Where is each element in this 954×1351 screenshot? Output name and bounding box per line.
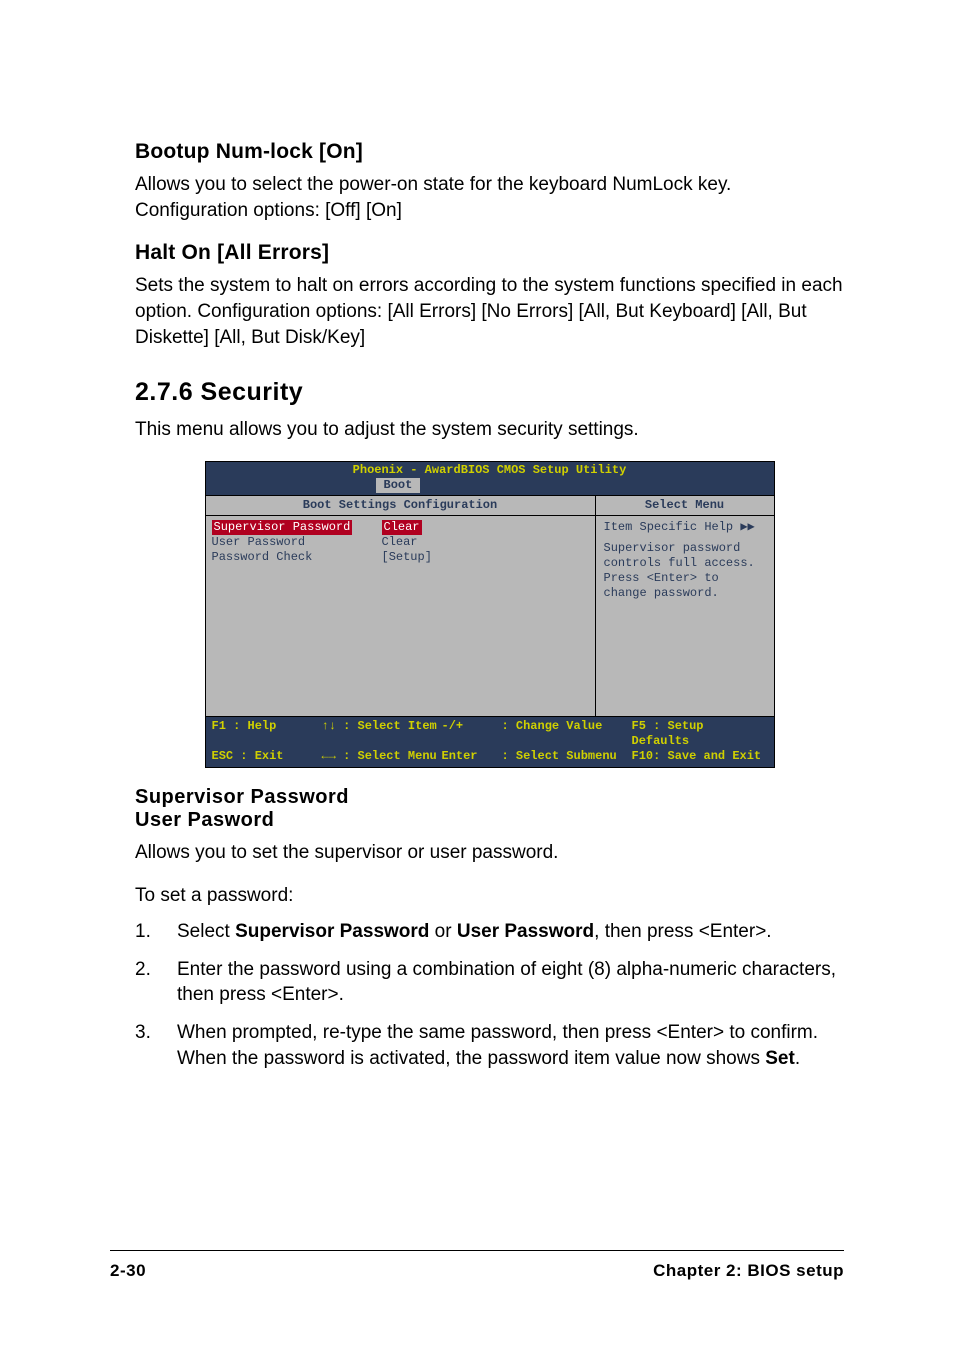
bios-item-pwcheck: Password Check [Setup] bbox=[212, 550, 589, 565]
bios-help-arrows-icon: ▶▶ bbox=[740, 520, 754, 534]
heading-numlock: Bootup Num-lock [On] bbox=[135, 140, 844, 164]
bios-item-label-supervisor: Supervisor Password bbox=[212, 520, 353, 535]
page-number: 2-30 bbox=[110, 1261, 146, 1281]
bios-fkey-enter: Enter bbox=[442, 749, 502, 764]
bios-fkey-f10: F10: Save and Exit bbox=[632, 749, 768, 764]
list-item: 3. When prompted, re-type the same passw… bbox=[135, 1020, 844, 1071]
bios-fkey-plusminus: -/+ bbox=[442, 719, 502, 749]
bios-item-label-pwcheck: Password Check bbox=[212, 550, 382, 565]
bios-header-left: Boot Settings Configuration bbox=[206, 496, 596, 515]
bios-item-user: User Password Clear bbox=[212, 535, 589, 550]
bios-body: Supervisor Password Clear User Password … bbox=[206, 516, 774, 716]
bios-fkey-changevalue: : Change Value bbox=[502, 719, 632, 749]
bios-tab-row: Boot bbox=[206, 478, 774, 495]
bios-help-body: Supervisor password controls full access… bbox=[604, 541, 766, 601]
heading-user-password: User Pasword bbox=[135, 809, 844, 832]
step-text-2: Enter the password using a combination o… bbox=[177, 957, 844, 1008]
step-num-2: 2. bbox=[135, 957, 177, 1008]
password-steps-list: 1. Select Supervisor Password or User Pa… bbox=[135, 919, 844, 1071]
bios-title: Phoenix - AwardBIOS CMOS Setup Utility bbox=[206, 462, 774, 478]
bios-fkey-submenu: : Select Submenu bbox=[502, 749, 632, 764]
bios-help-title-row: Item Specific Help ▶▶ bbox=[604, 520, 766, 535]
body-halton: Sets the system to halt on errors accord… bbox=[135, 273, 844, 350]
bios-item-value-supervisor: Clear bbox=[382, 520, 422, 535]
heading-security: 2.7.6 Security bbox=[135, 378, 844, 407]
bios-footer: F1 : Help ↑↓ : Select Item -/+ : Change … bbox=[206, 716, 774, 767]
bios-right-panel: Item Specific Help ▶▶ Supervisor passwor… bbox=[596, 516, 774, 716]
bios-fkey-arrows-v: ↑↓ : Select Item bbox=[322, 719, 442, 749]
step3-bold1: Set bbox=[765, 1048, 795, 1069]
bios-header-row: Boot Settings Configuration Select Menu bbox=[206, 495, 774, 516]
bios-tab-boot: Boot bbox=[376, 478, 421, 493]
bios-left-panel: Supervisor Password Clear User Password … bbox=[206, 516, 596, 716]
lead-passwords: To set a password: bbox=[135, 883, 844, 909]
step1-post: , then press <Enter>. bbox=[594, 921, 771, 942]
heading-supervisor-password: Supervisor Password bbox=[135, 786, 844, 809]
bios-footer-row1: F1 : Help ↑↓ : Select Item -/+ : Change … bbox=[212, 719, 768, 749]
bios-item-value-user: Clear bbox=[382, 535, 418, 550]
list-item: 2. Enter the password using a combinatio… bbox=[135, 957, 844, 1008]
bios-fkey-esc: ESC : Exit bbox=[212, 749, 322, 764]
step-num-1: 1. bbox=[135, 919, 177, 945]
heading-halton: Halt On [All Errors] bbox=[135, 241, 844, 265]
step-num-3: 3. bbox=[135, 1020, 177, 1071]
step3-post: . bbox=[795, 1048, 800, 1069]
step-text-3: When prompted, re-type the same password… bbox=[177, 1020, 844, 1071]
bios-header-right: Select Menu bbox=[596, 496, 774, 515]
step3-pre: When prompted, re-type the same password… bbox=[177, 1022, 818, 1069]
step-text-1: Select Supervisor Password or User Passw… bbox=[177, 919, 844, 945]
chapter-title: Chapter 2: BIOS setup bbox=[653, 1261, 844, 1281]
step1-bold2: User Password bbox=[457, 921, 594, 942]
body-passwords: Allows you to set the supervisor or user… bbox=[135, 840, 844, 866]
bios-screenshot: Phoenix - AwardBIOS CMOS Setup Utility B… bbox=[205, 461, 775, 768]
bios-item-label-user: User Password bbox=[212, 535, 382, 550]
step1-mid: or bbox=[429, 921, 456, 942]
bios-fkey-arrows-h: ←→ : Select Menu bbox=[322, 749, 442, 764]
bios-footer-row2: ESC : Exit ←→ : Select Menu Enter : Sele… bbox=[212, 749, 768, 764]
step1-bold1: Supervisor Password bbox=[235, 921, 429, 942]
bios-item-supervisor: Supervisor Password Clear bbox=[212, 520, 589, 535]
list-item: 1. Select Supervisor Password or User Pa… bbox=[135, 919, 844, 945]
bios-item-value-pwcheck: [Setup] bbox=[382, 550, 432, 565]
bios-fkey-f1: F1 : Help bbox=[212, 719, 322, 749]
page-footer: 2-30 Chapter 2: BIOS setup bbox=[110, 1250, 844, 1281]
intro-security: This menu allows you to adjust the syste… bbox=[135, 417, 844, 443]
step1-pre: Select bbox=[177, 921, 235, 942]
bios-fkey-f5: F5 : Setup Defaults bbox=[632, 719, 768, 749]
bios-help-title: Item Specific Help bbox=[604, 520, 734, 534]
body-numlock: Allows you to select the power-on state … bbox=[135, 172, 844, 223]
